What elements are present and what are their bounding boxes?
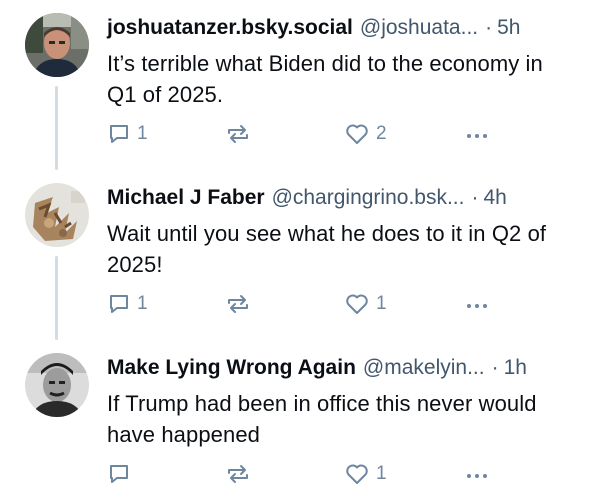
repost-button[interactable] xyxy=(225,120,257,148)
post-time[interactable]: 5h xyxy=(497,14,520,42)
post-text: It’s terrible what Biden did to the econ… xyxy=(107,51,543,107)
reply-button[interactable]: 1 xyxy=(107,290,148,318)
more-options-button[interactable] xyxy=(464,120,490,148)
post[interactable]: joshuatanzer.bsky.social @joshuata... · … xyxy=(0,0,598,170)
avatar[interactable] xyxy=(25,13,89,77)
author-name[interactable]: joshuatanzer.bsky.social xyxy=(107,14,353,42)
repost-button[interactable] xyxy=(225,460,257,488)
repost-icon xyxy=(228,295,248,313)
post-time[interactable]: 1h xyxy=(504,354,527,382)
repost-button[interactable] xyxy=(225,290,257,318)
reply-icon xyxy=(110,295,128,313)
like-button[interactable]: 1 xyxy=(344,290,387,318)
reply-icon xyxy=(110,125,128,143)
author-name[interactable]: Michael J Faber xyxy=(107,184,265,212)
more-icon xyxy=(467,134,487,138)
thread-connector xyxy=(55,256,58,340)
repost-icon xyxy=(228,125,248,143)
author-name[interactable]: Make Lying Wrong Again xyxy=(107,354,356,382)
reply-icon xyxy=(110,465,128,483)
post[interactable]: Michael J Faber @chargingrino.bsk... · 4… xyxy=(0,170,598,340)
heart-icon xyxy=(346,294,368,314)
post-header: Michael J Faber @chargingrino.bsk... · 4… xyxy=(107,184,577,212)
post-actions: 1 2 xyxy=(107,120,577,148)
avatar-image xyxy=(25,353,89,417)
reply-count: 1 xyxy=(137,293,148,314)
post-header: joshuatanzer.bsky.social @joshuata... · … xyxy=(107,14,577,42)
like-button[interactable]: 1 xyxy=(344,460,387,488)
more-options-button[interactable] xyxy=(464,290,490,318)
like-count: 1 xyxy=(376,463,387,484)
thread: joshuatanzer.bsky.social @joshuata... · … xyxy=(0,0,598,499)
repost-icon xyxy=(228,465,248,483)
reply-button[interactable]: 1 xyxy=(107,120,148,148)
like-count: 1 xyxy=(376,293,387,314)
author-handle[interactable]: @makelyin... xyxy=(363,354,485,382)
post-text: Wait until you see what he does to it in… xyxy=(107,221,547,277)
like-button[interactable]: 2 xyxy=(344,120,387,148)
avatar[interactable] xyxy=(25,183,89,247)
post-text: If Trump had been in office this never w… xyxy=(107,391,537,447)
like-count: 2 xyxy=(376,123,387,144)
heart-icon xyxy=(346,464,368,484)
avatar-image xyxy=(25,183,89,247)
separator-dot: · xyxy=(491,356,499,379)
post-header: Make Lying Wrong Again @makelyin... · 1h xyxy=(107,354,577,382)
more-icon xyxy=(467,474,487,478)
avatar[interactable] xyxy=(25,353,89,417)
author-handle[interactable]: @chargingrino.bsk... xyxy=(272,184,465,212)
post[interactable]: Make Lying Wrong Again @makelyin... · 1h… xyxy=(0,340,598,499)
post-actions: 1 1 xyxy=(107,290,577,318)
reply-count: 1 xyxy=(137,123,148,144)
separator-dot: · xyxy=(471,186,479,209)
reply-button[interactable] xyxy=(107,460,137,488)
post-time[interactable]: 4h xyxy=(483,184,506,212)
post-actions: 1 xyxy=(107,460,577,488)
more-options-button[interactable] xyxy=(464,460,490,488)
separator-dot: · xyxy=(485,16,493,39)
thread-connector xyxy=(55,86,58,170)
avatar-image xyxy=(25,13,89,77)
heart-icon xyxy=(346,124,368,144)
author-handle[interactable]: @joshuata... xyxy=(360,14,478,42)
more-icon xyxy=(467,304,487,308)
